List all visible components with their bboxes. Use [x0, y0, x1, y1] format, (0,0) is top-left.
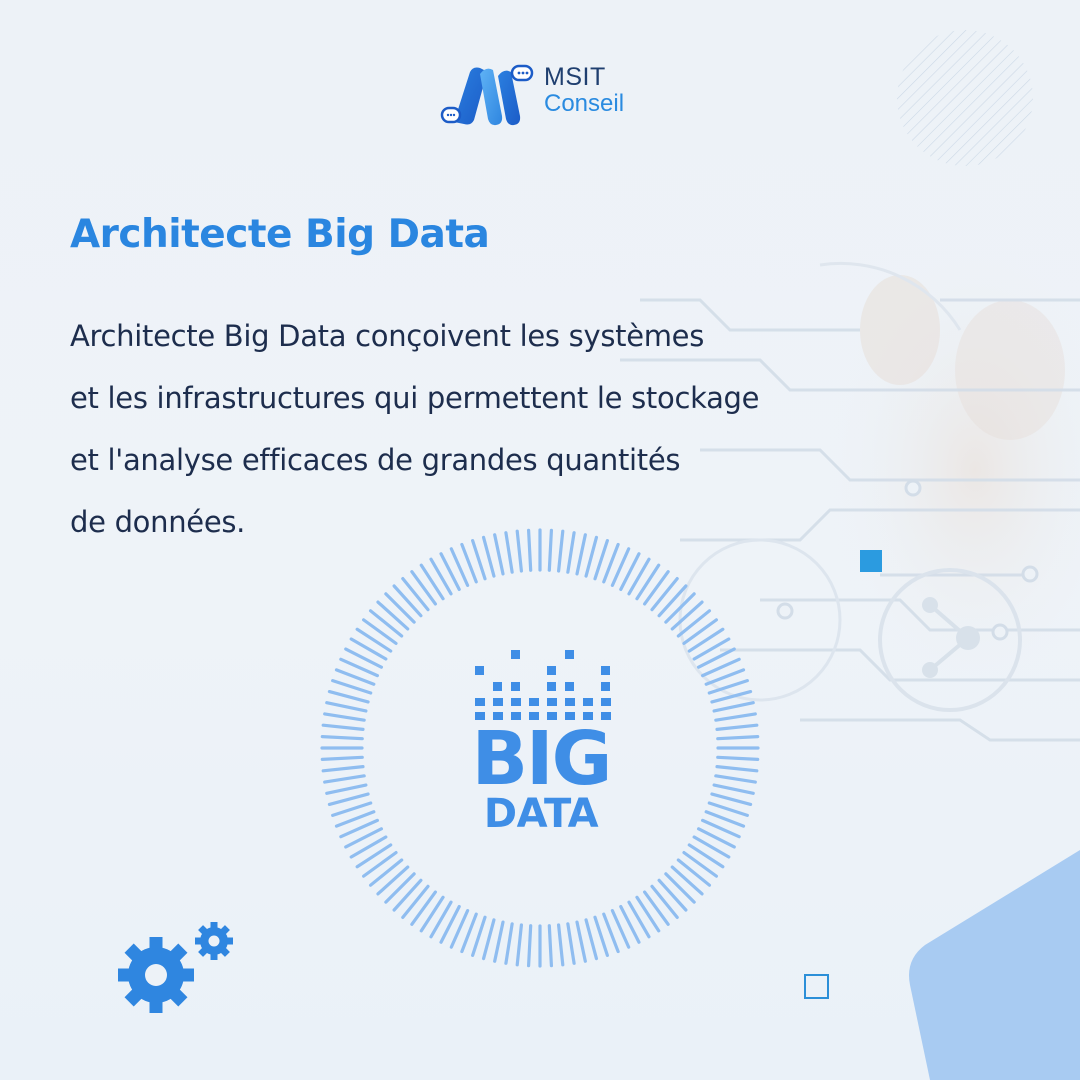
msit-logo-mark [440, 64, 534, 126]
brand-line-2: Conseil [544, 90, 625, 117]
emblem-word-top: BIG [471, 716, 613, 802]
hatched-circle-decoration [897, 30, 1033, 166]
description-line: Architecte Big Data conçoivent les systè… [70, 319, 705, 353]
diamond-decoration [909, 850, 1080, 1080]
description-line: et l'analyse efficaces de grandes quanti… [70, 443, 681, 477]
brand-logo: MSIT Conseil [440, 64, 650, 130]
big-data-emblem: BIG DATA [470, 716, 613, 837]
emblem-word-bottom: DATA [483, 791, 599, 837]
square-decoration [860, 550, 882, 572]
description-line: de données. [70, 505, 246, 539]
description: Architecte Big Data conçoivent les systè… [70, 305, 920, 553]
pixel-bars-icon [475, 650, 611, 720]
brand-wordmark: MSIT Conseil [544, 65, 624, 116]
gears-icon [118, 922, 233, 1013]
description-line: et les infrastructures qui permettent le… [70, 381, 760, 415]
page-title: Architecte Big Data [70, 212, 490, 257]
post-canvas: MSIT Conseil Architecte Big Data Archite… [0, 0, 1080, 1080]
brand-line-1: MSIT [544, 63, 606, 91]
